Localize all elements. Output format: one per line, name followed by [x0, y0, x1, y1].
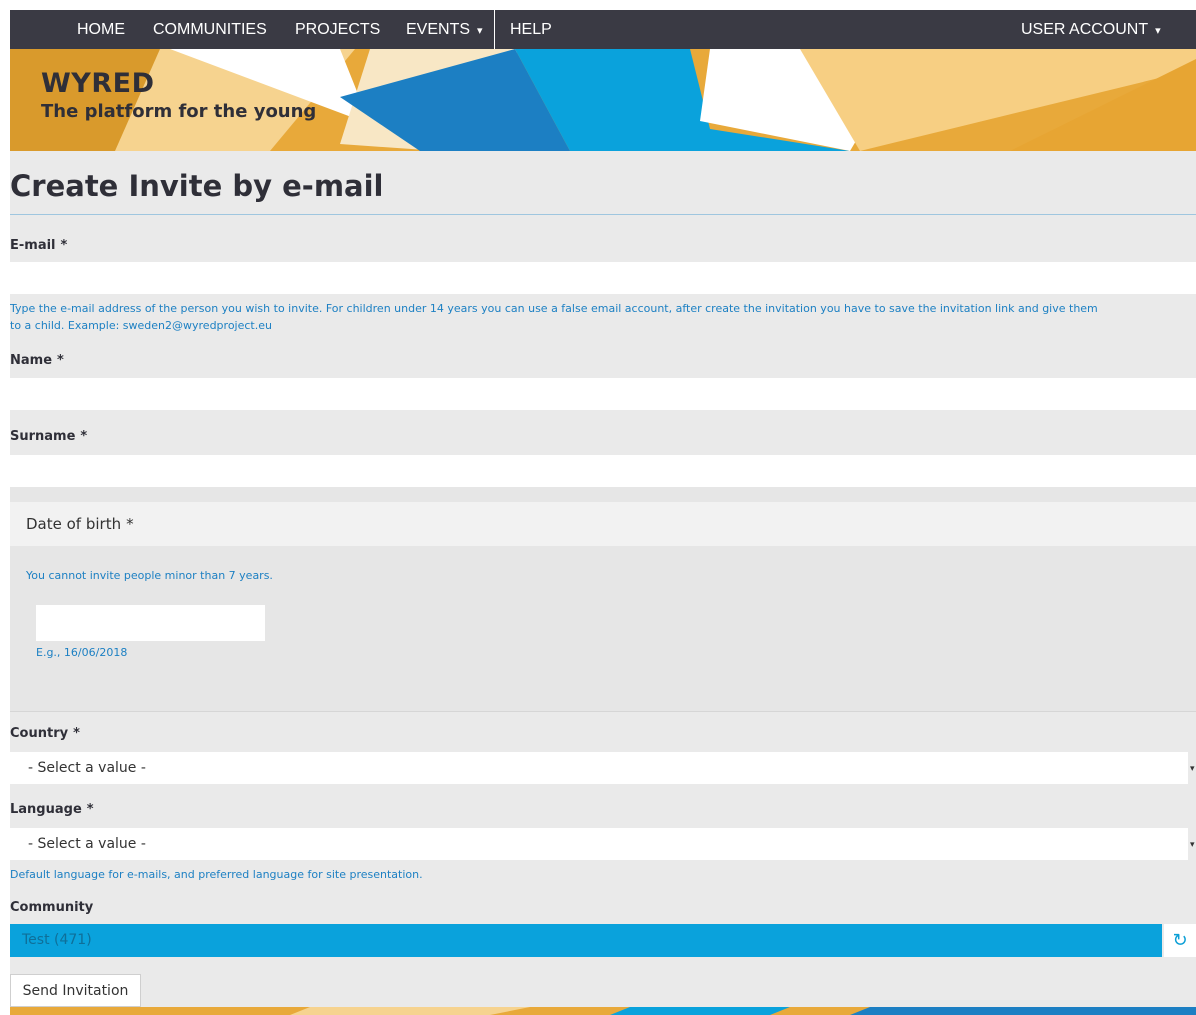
surname-label: Surname * — [10, 429, 87, 444]
country-label-text: Country — [10, 726, 69, 741]
refresh-icon[interactable]: ↻ — [1164, 924, 1196, 957]
name-label-text: Name — [10, 353, 53, 368]
surname-field[interactable] — [10, 455, 1196, 487]
country-select[interactable]: - Select a value - — [10, 752, 1188, 784]
required-marker: * — [57, 353, 64, 368]
nav-user-account[interactable]: USER ACCOUNT ▾ — [1021, 10, 1161, 49]
email-label-text: E-mail — [10, 238, 56, 253]
page-title: Create Invite by e-mail — [10, 169, 384, 203]
language-label-text: Language — [10, 802, 82, 817]
chevron-down-icon: ▾ — [477, 25, 483, 37]
nav-events-label: EVENTS — [406, 21, 471, 38]
send-invitation-button[interactable]: Send Invitation — [10, 974, 141, 1007]
language-help: Default language for e-mails, and prefer… — [10, 868, 423, 881]
date-of-birth-label: Date of birth — [26, 515, 122, 533]
dob-age-note: You cannot invite people minor than 7 ye… — [26, 569, 273, 582]
chevron-down-icon: ▾ — [1155, 25, 1161, 37]
language-select[interactable]: - Select a value - — [10, 828, 1188, 860]
nav-projects[interactable]: PROJECTS — [295, 10, 380, 49]
top-navigation: HOME COMMUNITIES PROJECTS EVENTS ▾ HELP U… — [10, 10, 1196, 49]
surname-label-text: Surname — [10, 429, 76, 444]
site-banner: WYRED The platform for the young — [10, 49, 1196, 151]
invite-form: Create Invite by e-mail E-mail * Type the… — [10, 151, 1196, 1007]
country-label: Country * — [10, 726, 80, 741]
name-label: Name * — [10, 353, 64, 368]
language-label: Language * — [10, 802, 94, 817]
nav-events[interactable]: EVENTS ▾ — [406, 10, 483, 49]
nav-communities[interactable]: COMMUNITIES — [153, 10, 267, 49]
nav-help[interactable]: HELP — [510, 10, 552, 49]
required-marker: * — [86, 802, 94, 817]
date-of-birth-group: Date of birth * You cannot invite people … — [10, 487, 1196, 712]
email-help: Type the e-mail address of the person yo… — [10, 302, 1098, 315]
footer-graphic — [10, 1007, 1196, 1015]
name-field[interactable] — [10, 378, 1196, 410]
site-title[interactable]: WYRED — [41, 68, 154, 99]
banner-graphic — [10, 49, 1196, 151]
required-marker: * — [126, 515, 134, 533]
nav-user-account-label: USER ACCOUNT — [1021, 21, 1149, 38]
email-help-example: to a child. Example: sweden2@wyredprojec… — [10, 319, 272, 332]
site-subtitle: The platform for the young — [41, 101, 317, 122]
required-marker: * — [80, 429, 88, 444]
chevron-down-icon[interactable]: ▾ — [1190, 840, 1195, 850]
dob-format-example: E.g., 16/06/2018 — [36, 646, 128, 659]
nav-divider — [494, 10, 495, 49]
email-field[interactable] — [10, 262, 1196, 294]
community-autocomplete[interactable]: Test (471) — [10, 924, 1162, 957]
required-marker: * — [73, 726, 80, 741]
email-label: E-mail * — [10, 238, 67, 253]
required-marker: * — [60, 238, 68, 253]
title-divider — [10, 214, 1196, 215]
nav-home[interactable]: HOME — [77, 10, 125, 49]
date-of-birth-field[interactable] — [36, 605, 265, 641]
date-of-birth-legend: Date of birth * — [10, 502, 1196, 546]
community-label: Community — [10, 900, 94, 915]
chevron-down-icon[interactable]: ▾ — [1190, 764, 1195, 774]
